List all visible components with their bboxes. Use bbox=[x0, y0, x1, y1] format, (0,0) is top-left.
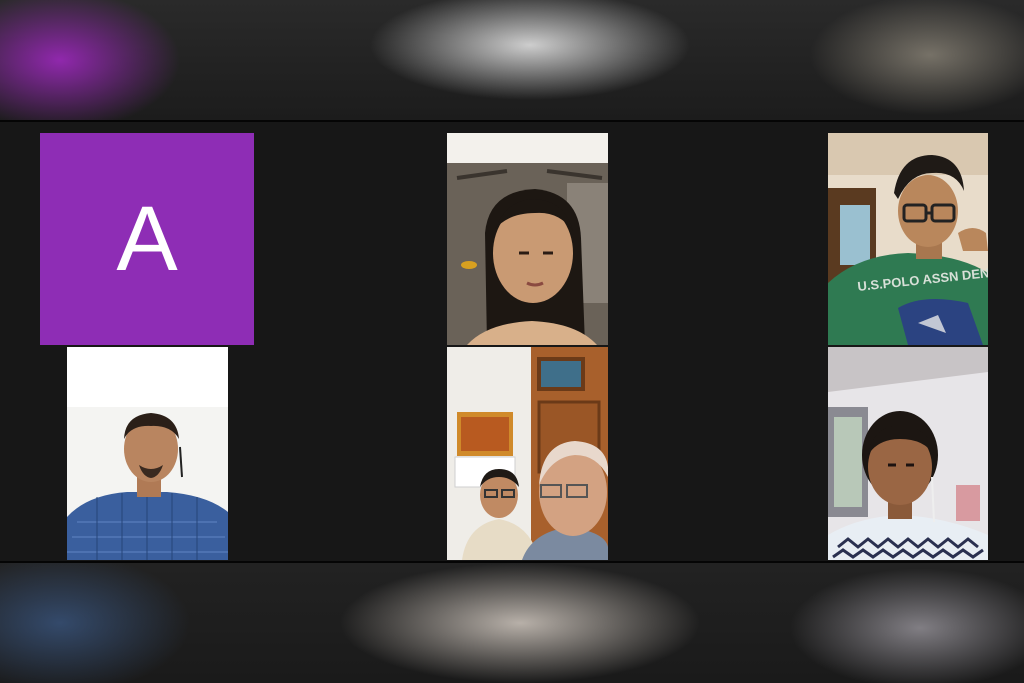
participant-grid: A U.S.POLO ASSN DENIM bbox=[0, 120, 1024, 563]
person-video-icon bbox=[447, 133, 608, 345]
blurred-background-bottom bbox=[0, 563, 1024, 683]
participant-tile-video[interactable] bbox=[447, 347, 608, 560]
person-video-icon bbox=[447, 347, 608, 560]
person-video-icon bbox=[828, 347, 988, 560]
blurred-background-top bbox=[0, 0, 1024, 120]
participant-tile-avatar[interactable]: A bbox=[40, 133, 254, 345]
avatar-initial: A bbox=[116, 188, 178, 290]
person-video-icon: U.S.POLO ASSN DENIM CO bbox=[828, 133, 988, 345]
participant-tile-video[interactable]: U.S.POLO ASSN DENIM CO bbox=[828, 133, 988, 345]
participant-tile-video[interactable] bbox=[67, 347, 228, 560]
person-video-icon bbox=[67, 347, 228, 560]
participant-tile-video[interactable] bbox=[828, 347, 988, 560]
participant-tile-video[interactable] bbox=[447, 133, 608, 345]
video-call-screen: A U.S.POLO ASSN DENIM bbox=[0, 0, 1024, 683]
